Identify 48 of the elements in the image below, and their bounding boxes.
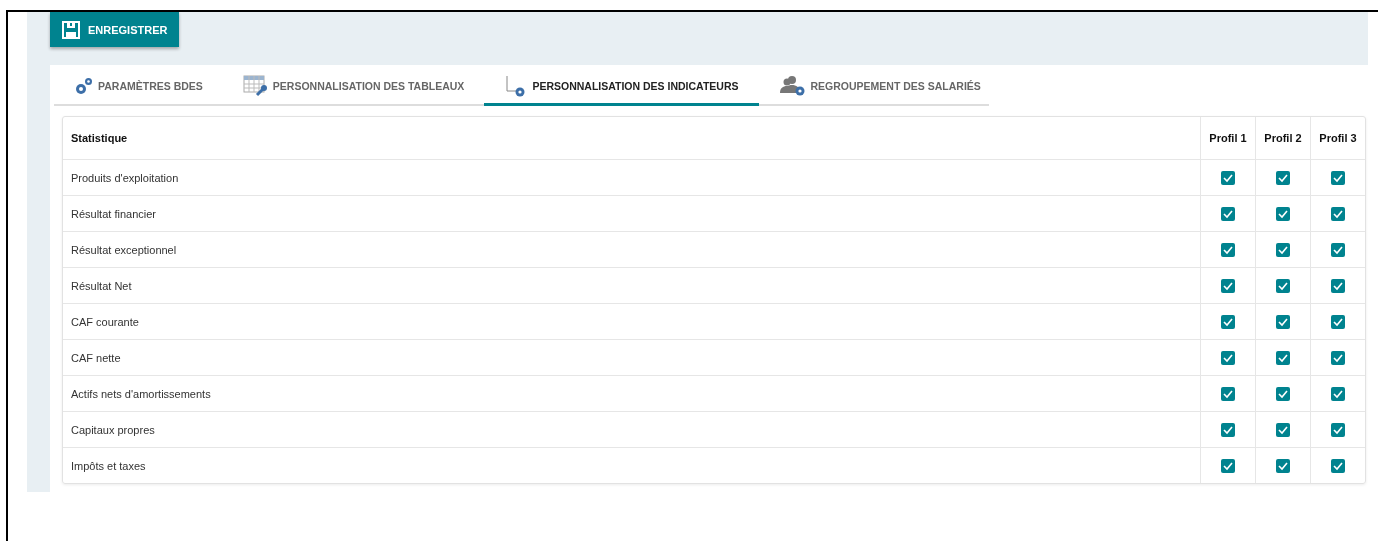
table-cell: CAF courante <box>63 303 1201 340</box>
checkbox[interactable] <box>1276 458 1290 473</box>
column-header: Profil 2 <box>1255 117 1311 160</box>
checkbox[interactable] <box>1221 278 1235 293</box>
table-cell: Résultat Net <box>63 267 1201 304</box>
checkbox[interactable] <box>1276 350 1290 365</box>
checkbox[interactable] <box>1221 242 1235 257</box>
checkbox[interactable] <box>1221 350 1235 365</box>
checkbox[interactable] <box>1276 386 1290 401</box>
table-cell: Impôts et taxes <box>63 447 1201 483</box>
checkbox[interactable] <box>1276 278 1290 293</box>
checkbox[interactable] <box>1331 386 1345 401</box>
table-cell: Actifs nets d'amortissements <box>63 375 1201 412</box>
checkbox[interactable] <box>1276 242 1290 257</box>
checkbox[interactable] <box>1331 278 1345 293</box>
table-cell: CAF nette <box>63 339 1201 376</box>
column-header: Statistique <box>63 117 1201 160</box>
checkbox[interactable] <box>1331 206 1345 221</box>
column-header: Profil 3 <box>1310 117 1365 160</box>
checkbox[interactable] <box>1331 242 1345 257</box>
column-header: Profil 1 <box>1200 117 1256 160</box>
checkbox[interactable] <box>1221 422 1235 437</box>
checkbox[interactable] <box>1331 170 1345 185</box>
gears-icon <box>74 75 94 96</box>
table-wrench-icon <box>242 74 269 97</box>
tab[interactable]: PERSONNALISATION DES INDICATEURS <box>484 68 759 106</box>
checkbox[interactable] <box>1276 314 1290 329</box>
tab[interactable]: REGROUPEMENT DES SALARIÉS <box>758 68 1001 106</box>
checkbox[interactable] <box>1276 422 1290 437</box>
checkbox[interactable] <box>1331 458 1345 473</box>
checkbox[interactable] <box>1221 170 1235 185</box>
checkbox[interactable] <box>1221 206 1235 221</box>
checkbox[interactable] <box>1221 386 1235 401</box>
tab[interactable]: PARAMÈTRES BDES <box>54 68 223 106</box>
checkbox[interactable] <box>1221 458 1235 473</box>
table-cell: Capitaux propres <box>63 411 1201 448</box>
checkbox[interactable] <box>1331 314 1345 329</box>
checkbox[interactable] <box>1331 350 1345 365</box>
table-cell: Produits d'exploitation <box>63 159 1201 196</box>
save-button[interactable]: ENREGISTRER <box>50 12 180 47</box>
table-cell: Résultat exceptionnel <box>63 231 1201 268</box>
users-gear-icon <box>778 74 807 97</box>
checkbox[interactable] <box>1221 314 1235 329</box>
checkbox[interactable] <box>1331 422 1345 437</box>
tab[interactable]: PERSONNALISATION DES TABLEAUX <box>222 68 485 106</box>
checkbox[interactable] <box>1276 206 1290 221</box>
table-cell: Résultat financier <box>63 195 1201 232</box>
checkbox[interactable] <box>1276 170 1290 185</box>
